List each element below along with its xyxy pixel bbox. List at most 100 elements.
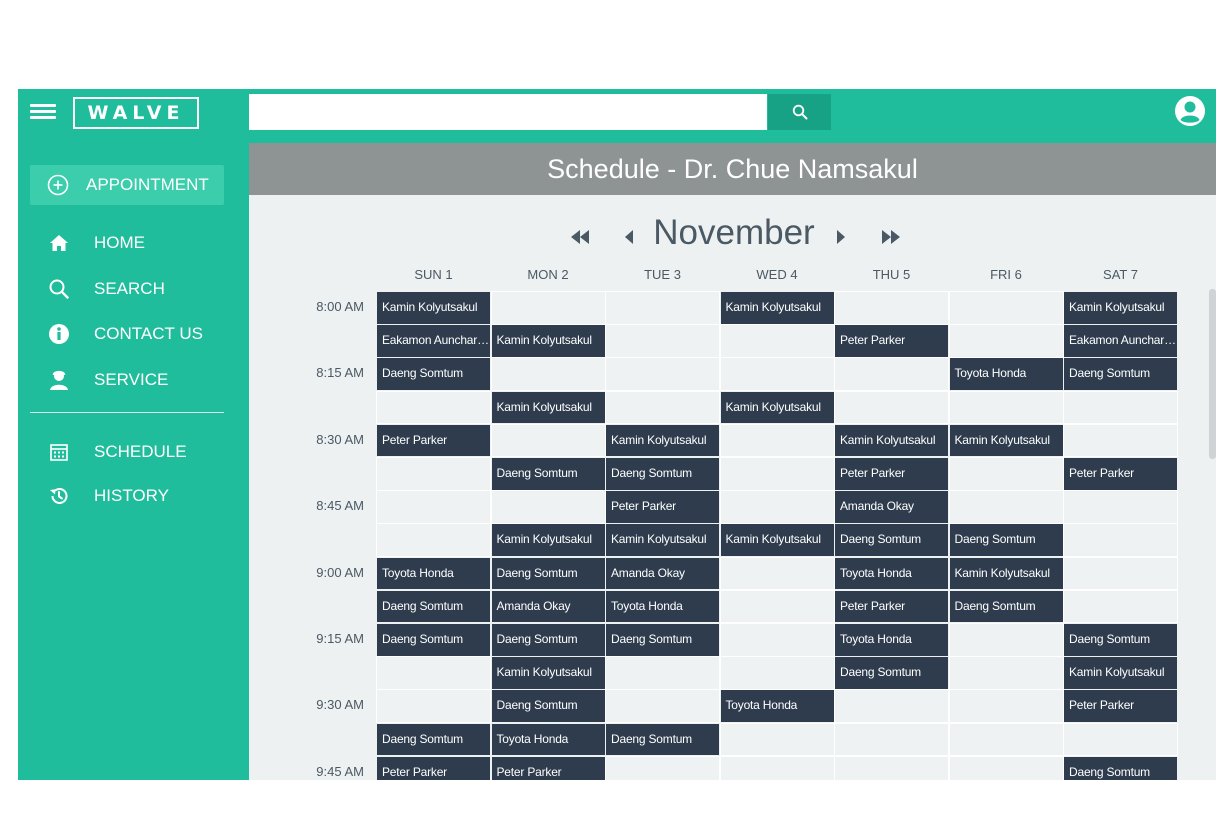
empty-slot[interactable] [605, 390, 720, 425]
empty-slot[interactable] [948, 722, 1064, 757]
sidebar-item-history[interactable]: HISTORY [46, 482, 169, 510]
empty-slot[interactable] [605, 755, 720, 780]
empty-slot[interactable] [719, 556, 835, 591]
appointment-block[interactable]: Kamin Kolyutsakul [491, 657, 605, 689]
empty-slot[interactable] [719, 324, 835, 358]
appointment-block[interactable]: Kamin Kolyutsakul [949, 557, 1063, 590]
sidebar-item-search[interactable]: SEARCH [46, 275, 165, 303]
empty-slot[interactable] [948, 390, 1064, 425]
next-year-button[interactable] [876, 223, 906, 251]
appointment-block[interactable]: Daeng Somtum [835, 524, 948, 557]
appointment-block[interactable]: Toyota Honda [835, 624, 948, 656]
appointment-block[interactable]: Peter Parker [835, 458, 948, 490]
appointment-block[interactable]: Daeng Somtum [377, 590, 490, 623]
user-account-icon[interactable] [1174, 95, 1206, 127]
appointment-block[interactable]: Eakamon Auncharoen [377, 325, 490, 357]
empty-slot[interactable] [605, 656, 720, 690]
appointment-block[interactable]: Daeng Somtum [606, 458, 719, 490]
empty-slot[interactable] [1063, 523, 1178, 558]
empty-slot[interactable] [1063, 722, 1178, 757]
empty-slot[interactable] [719, 722, 835, 757]
appointment-block[interactable]: Daeng Somtum [491, 624, 605, 656]
sidebar-item-schedule[interactable]: SCHEDULE [46, 438, 187, 466]
appointment-block[interactable]: Daeng Somtum [1064, 358, 1177, 391]
search-input[interactable] [249, 94, 767, 130]
empty-slot[interactable] [834, 291, 949, 325]
appointment-block[interactable]: Daeng Somtum [377, 358, 490, 391]
empty-slot[interactable] [719, 357, 835, 392]
appointment-block[interactable]: Eakamon Auncharoen [1064, 325, 1177, 357]
search-button[interactable] [768, 94, 831, 130]
appointment-block[interactable]: Daeng Somtum [491, 458, 605, 490]
empty-slot[interactable] [948, 755, 1064, 780]
empty-slot[interactable] [490, 490, 606, 524]
empty-slot[interactable] [376, 689, 491, 724]
empty-slot[interactable] [490, 423, 606, 458]
appointment-block[interactable]: Kamin Kolyutsakul [491, 524, 605, 557]
empty-slot[interactable] [1063, 556, 1178, 591]
appointment-button[interactable]: APPOINTMENT [30, 165, 224, 205]
empty-slot[interactable] [834, 357, 949, 392]
appointment-block[interactable]: Amanda Okay [606, 557, 719, 590]
empty-slot[interactable] [605, 324, 720, 358]
appointment-block[interactable]: Peter Parker [377, 756, 490, 780]
empty-slot[interactable] [376, 490, 491, 524]
empty-slot[interactable] [719, 656, 835, 690]
empty-slot[interactable] [719, 755, 835, 780]
empty-slot[interactable] [719, 589, 835, 624]
appointment-block[interactable]: Daeng Somtum [835, 657, 948, 689]
appointment-block[interactable]: Peter Parker [606, 491, 719, 523]
empty-slot[interactable] [605, 357, 720, 392]
appointment-block[interactable]: Kamin Kolyutsakul [720, 292, 834, 324]
menu-icon[interactable] [30, 101, 56, 123]
appointment-block[interactable]: Daeng Somtum [377, 723, 490, 756]
empty-slot[interactable] [376, 390, 491, 425]
appointment-block[interactable]: Peter Parker [835, 325, 948, 357]
appointment-block[interactable]: Daeng Somtum [1064, 624, 1177, 656]
appointment-block[interactable]: Kamin Kolyutsakul [1064, 657, 1177, 689]
appointment-block[interactable]: Daeng Somtum [377, 624, 490, 656]
empty-slot[interactable] [834, 755, 949, 780]
appointment-block[interactable]: Amanda Okay [491, 590, 605, 623]
appointment-block[interactable]: Daeng Somtum [949, 590, 1063, 623]
empty-slot[interactable] [834, 689, 949, 724]
appointment-block[interactable]: Kamin Kolyutsakul [491, 391, 605, 424]
appointment-block[interactable]: Daeng Somtum [606, 723, 719, 756]
appointment-block[interactable]: Kamin Kolyutsakul [606, 424, 719, 457]
appointment-block[interactable]: Toyota Honda [835, 557, 948, 590]
empty-slot[interactable] [834, 722, 949, 757]
empty-slot[interactable] [490, 357, 606, 392]
sidebar-item-service[interactable]: SERVICE [46, 366, 168, 394]
appointment-block[interactable]: Daeng Somtum [606, 624, 719, 656]
appointment-block[interactable]: Kamin Kolyutsakul [606, 524, 719, 557]
empty-slot[interactable] [948, 324, 1064, 358]
appointment-block[interactable]: Peter Parker [1064, 458, 1177, 490]
appointment-block[interactable]: Daeng Somtum [949, 524, 1063, 557]
empty-slot[interactable] [719, 623, 835, 657]
appointment-block[interactable]: Daeng Somtum [491, 690, 605, 723]
empty-slot[interactable] [1063, 423, 1178, 458]
empty-slot[interactable] [376, 457, 491, 491]
empty-slot[interactable] [948, 457, 1064, 491]
appointment-block[interactable]: Kamin Kolyutsakul [720, 391, 834, 424]
appointment-block[interactable]: Kamin Kolyutsakul [1064, 292, 1177, 324]
empty-slot[interactable] [605, 689, 720, 724]
empty-slot[interactable] [605, 291, 720, 325]
appointment-block[interactable]: Toyota Honda [720, 690, 834, 723]
empty-slot[interactable] [376, 523, 491, 558]
appointment-block[interactable]: Kamin Kolyutsakul [949, 424, 1063, 457]
empty-slot[interactable] [948, 656, 1064, 690]
empty-slot[interactable] [948, 689, 1064, 724]
empty-slot[interactable] [490, 291, 606, 325]
empty-slot[interactable] [1063, 490, 1178, 524]
appointment-block[interactable]: Daeng Somtum [1064, 756, 1177, 780]
appointment-block[interactable]: Kamin Kolyutsakul [835, 424, 948, 457]
appointment-block[interactable]: Daeng Somtum [491, 557, 605, 590]
empty-slot[interactable] [719, 490, 835, 524]
sidebar-item-contact-us[interactable]: CONTACT US [46, 320, 203, 348]
empty-slot[interactable] [719, 457, 835, 491]
previous-year-button[interactable] [565, 223, 595, 251]
appointment-block[interactable]: Toyota Honda [377, 557, 490, 590]
empty-slot[interactable] [834, 390, 949, 425]
empty-slot[interactable] [948, 490, 1064, 524]
